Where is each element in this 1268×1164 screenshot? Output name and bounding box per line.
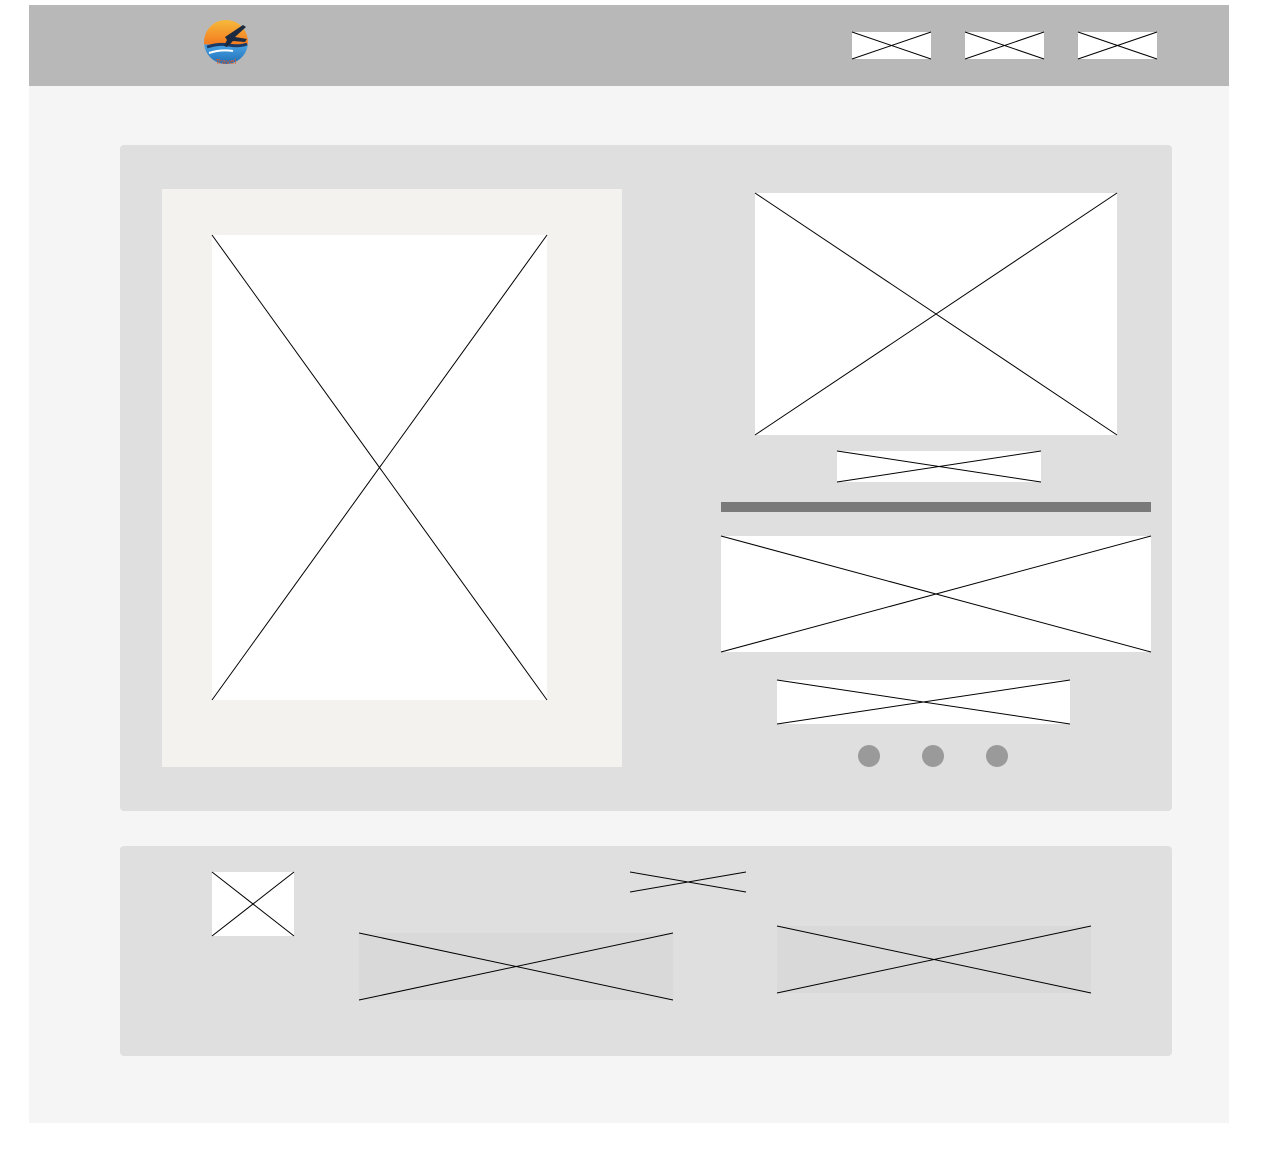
nav-item-1[interactable] bbox=[852, 32, 931, 59]
footer-heading-placeholder bbox=[630, 872, 746, 892]
slider-dot-2[interactable] bbox=[922, 745, 944, 767]
logo[interactable]: Travel bbox=[199, 17, 253, 71]
nav-item-3[interactable] bbox=[1078, 32, 1157, 59]
footer-block-2 bbox=[777, 926, 1091, 993]
nav-item-2[interactable] bbox=[965, 32, 1044, 59]
main-image-placeholder bbox=[212, 235, 547, 700]
logo-caption: Travel bbox=[215, 58, 237, 66]
footer-logo-placeholder[interactable] bbox=[212, 872, 294, 936]
description-placeholder bbox=[721, 536, 1151, 652]
feature-image-placeholder bbox=[755, 193, 1117, 435]
slider-dot-3[interactable] bbox=[986, 745, 1008, 767]
slider-dot-1[interactable] bbox=[858, 745, 880, 767]
footer-block-1 bbox=[359, 933, 673, 1000]
section-divider bbox=[721, 502, 1151, 512]
cta-button[interactable] bbox=[777, 680, 1070, 724]
feature-caption-placeholder bbox=[837, 451, 1041, 482]
